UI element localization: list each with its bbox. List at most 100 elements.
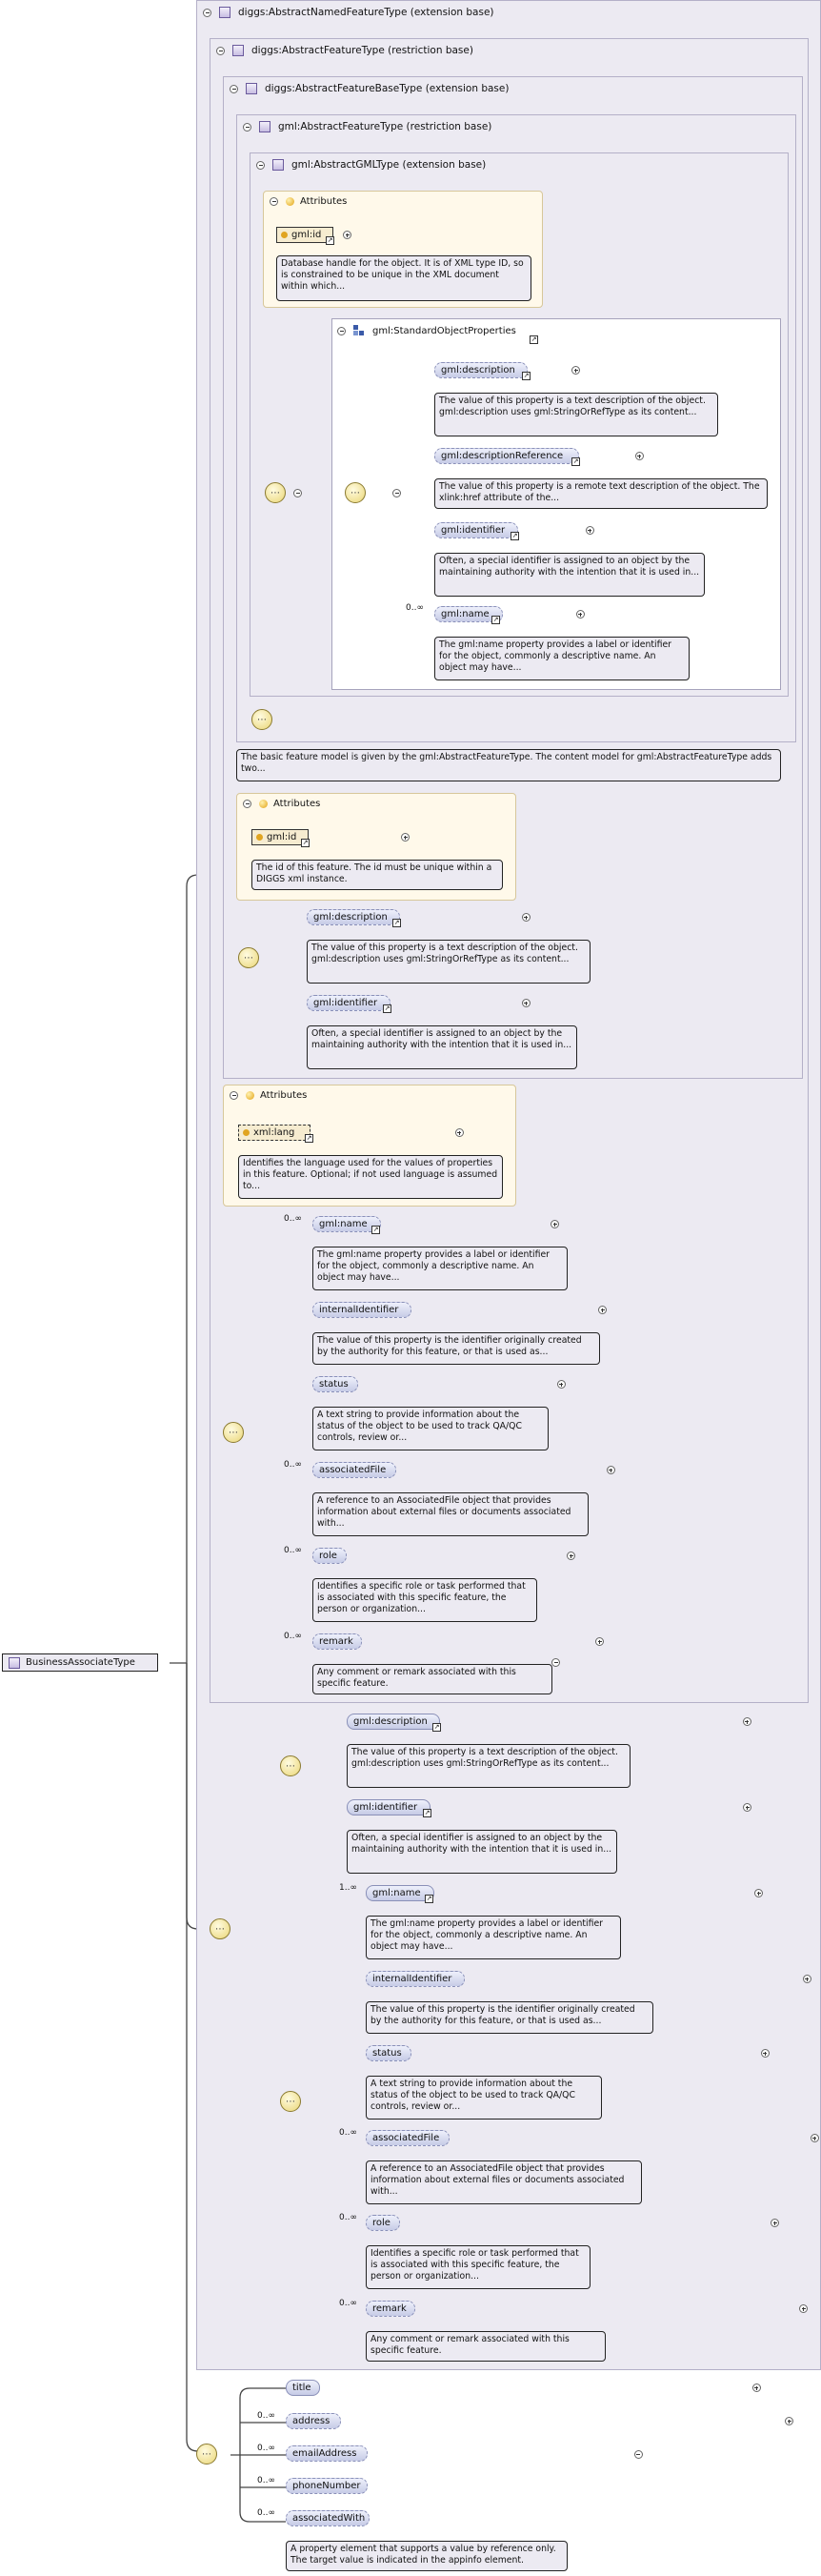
- attribute-gml-id[interactable]: gml:id: [276, 227, 333, 243]
- sequence-compositor-icon[interactable]: ⋯: [280, 1755, 301, 1776]
- collapse-toggle-icon[interactable]: [216, 46, 225, 55]
- cardinality-label: 0..∞: [257, 2476, 275, 2485]
- element-status[interactable]: status: [312, 1376, 358, 1392]
- cardinality-label: 0..∞: [257, 2508, 275, 2518]
- expand-icon[interactable]: [771, 2219, 780, 2227]
- element-associated-file[interactable]: associatedFile: [366, 2130, 450, 2146]
- group-icon: [353, 325, 365, 336]
- collapse-toggle-icon[interactable]: [243, 800, 251, 808]
- attribute-gml-id[interactable]: gml:id: [251, 829, 309, 845]
- element-role[interactable]: role: [312, 1548, 347, 1564]
- attribute-dot-icon: [281, 232, 288, 238]
- expand-icon[interactable]: [521, 913, 531, 922]
- attributes-label: Attributes: [273, 799, 321, 809]
- element-doc: Often, a special identifier is assigned …: [434, 553, 705, 597]
- sequence-compositor-icon[interactable]: ⋯: [251, 709, 272, 730]
- collapse-toggle-icon[interactable]: [293, 489, 302, 497]
- element-doc: A text string to provide information abo…: [312, 1407, 549, 1450]
- sequence-compositor-icon[interactable]: ⋯: [345, 482, 366, 503]
- type-label: diggs:AbstractNamedFeatureType (extensio…: [238, 7, 494, 18]
- attribute-xml-lang[interactable]: xml:lang: [238, 1125, 310, 1141]
- element-internal-identifier[interactable]: internalIdentifier: [366, 1971, 465, 1987]
- expand-icon[interactable]: [751, 2383, 761, 2392]
- element-address[interactable]: address: [286, 2413, 341, 2429]
- element-gml-description-reference[interactable]: gml:descriptionReference: [434, 448, 579, 464]
- sequence-compositor-icon[interactable]: ⋯: [265, 482, 286, 503]
- expand-icon[interactable]: [556, 1380, 566, 1389]
- complex-type-icon: [259, 121, 270, 132]
- element-doc: The gml:name property provides a label o…: [312, 1247, 568, 1290]
- element-doc: A property element that supports a value…: [286, 2541, 568, 2571]
- expand-icon[interactable]: [760, 2049, 770, 2058]
- collapse-toggle-icon[interactable]: [337, 326, 346, 335]
- element-remark[interactable]: remark: [366, 2301, 415, 2317]
- sequence-compositor-icon[interactable]: ⋯: [223, 1422, 244, 1443]
- expand-icon[interactable]: [606, 1466, 615, 1474]
- element-doc: Any comment or remark associated with th…: [366, 2331, 606, 2362]
- collapse-toggle-icon[interactable]: [256, 160, 265, 170]
- collapse-toggle-icon[interactable]: [633, 2450, 643, 2459]
- cardinality-label: 0..∞: [284, 1546, 302, 1555]
- expand-icon[interactable]: [454, 1128, 464, 1137]
- element-phone-number[interactable]: phoneNumber: [286, 2478, 368, 2494]
- attribute-dot-icon: [243, 1129, 250, 1136]
- expand-icon[interactable]: [785, 2417, 793, 2425]
- cardinality-label: 0..∞: [284, 1214, 302, 1224]
- expand-icon[interactable]: [521, 999, 531, 1007]
- element-gml-identifier[interactable]: gml:identifier: [347, 1799, 431, 1815]
- expand-icon[interactable]: [575, 610, 585, 619]
- element-gml-identifier[interactable]: gml:identifier: [307, 995, 390, 1011]
- complex-type-icon: [232, 45, 244, 56]
- reference-arrow-icon: ↗: [571, 457, 580, 466]
- cardinality-label: 1..∞: [339, 1883, 357, 1893]
- expand-icon[interactable]: [810, 2134, 819, 2142]
- choice-compositor-icon[interactable]: ⋯: [210, 1918, 230, 1939]
- element-gml-identifier[interactable]: gml:identifier: [434, 522, 518, 538]
- expand-icon[interactable]: [585, 526, 594, 535]
- collapse-toggle-icon[interactable]: [230, 84, 238, 93]
- element-associated-with[interactable]: associatedWith: [286, 2510, 370, 2526]
- sequence-compositor-icon[interactable]: ⋯: [196, 2444, 217, 2464]
- element-doc: The gml:name property provides a label o…: [366, 1916, 621, 1959]
- element-doc: Any comment or remark associated with th…: [312, 1664, 552, 1694]
- element-doc: The value of this property is a text des…: [347, 1744, 631, 1788]
- reference-arrow-icon: ↗: [326, 236, 334, 245]
- complex-type-icon: [272, 159, 284, 171]
- expand-icon[interactable]: [802, 1975, 811, 1983]
- element-internal-identifier[interactable]: internalIdentifier: [312, 1302, 411, 1318]
- collapse-toggle-icon[interactable]: [203, 8, 211, 17]
- element-associated-file[interactable]: associatedFile: [312, 1462, 396, 1478]
- root-element[interactable]: BusinessAssociateType: [2, 1653, 158, 1672]
- element-gml-description[interactable]: gml:description: [307, 909, 400, 925]
- element-gml-description[interactable]: gml:description: [434, 362, 528, 378]
- sequence-compositor-icon[interactable]: ⋯: [238, 947, 259, 968]
- cardinality-label: 0..∞: [339, 2128, 357, 2138]
- cardinality-label: 0..∞: [257, 2411, 275, 2421]
- element-gml-description[interactable]: gml:description: [347, 1714, 440, 1730]
- collapse-toggle-icon[interactable]: [243, 122, 251, 132]
- attribute-doc: The id of this feature. The id must be u…: [251, 860, 503, 890]
- type-label: gml:AbstractGMLType (extension base): [291, 159, 487, 171]
- reference-arrow-icon: ↗: [383, 1004, 391, 1013]
- expand-icon[interactable]: [567, 1552, 575, 1560]
- element-email-address[interactable]: emailAddress: [286, 2445, 368, 2462]
- expand-icon[interactable]: [634, 452, 644, 460]
- reference-arrow-icon: ↗: [301, 839, 310, 847]
- element-remark[interactable]: remark: [312, 1633, 362, 1650]
- expand-icon[interactable]: [343, 231, 351, 239]
- element-status[interactable]: status: [366, 2045, 411, 2061]
- cardinality-label: 0..∞: [339, 2299, 357, 2308]
- reference-arrow-icon: ↗: [432, 1723, 441, 1732]
- element-doc: Identifies a specific role or task perfo…: [366, 2245, 591, 2289]
- element-doc: The gml:name property provides a label o…: [434, 637, 690, 680]
- expand-icon[interactable]: [742, 1717, 751, 1726]
- element-role[interactable]: role: [366, 2215, 400, 2231]
- element-doc: The value of this property is the identi…: [312, 1332, 600, 1365]
- collapse-toggle-icon[interactable]: [270, 197, 278, 206]
- sequence-compositor-icon[interactable]: ⋯: [280, 2091, 301, 2112]
- reference-arrow-icon: ↗: [425, 1895, 433, 1903]
- collapse-toggle-icon[interactable]: [230, 1091, 238, 1100]
- complex-type-icon: [9, 1656, 20, 1669]
- element-title[interactable]: title: [286, 2380, 320, 2396]
- element-doc: A text string to provide information abo…: [366, 2076, 602, 2120]
